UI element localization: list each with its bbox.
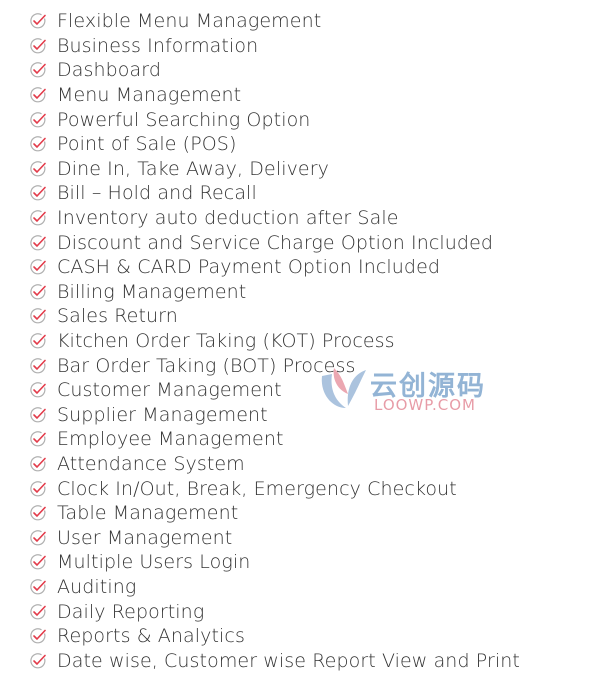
check-circle-icon [30, 333, 46, 349]
feature-item: Clock In/Out, Break, Emergency Checkout [29, 476, 520, 501]
feature-label: Menu Management [57, 84, 242, 107]
check-circle-icon [30, 87, 46, 103]
feature-label: Attendance System [57, 452, 245, 475]
feature-label: Table Management [57, 502, 239, 525]
feature-item: Billing Management [29, 280, 520, 305]
feature-item: Flexible Menu Management [29, 9, 520, 34]
check-circle-icon [30, 62, 46, 78]
feature-item: Menu Management [29, 83, 520, 108]
feature-item: CASH & CARD Payment Option Included [29, 255, 520, 280]
feature-item: Multiple Users Login [29, 550, 520, 575]
feature-label: Multiple Users Login [57, 551, 251, 574]
check-circle-icon [30, 407, 46, 423]
feature-item: Daily Reporting [29, 599, 520, 624]
feature-label: Kitchen Order Taking (KOT) Process [57, 330, 395, 353]
feature-label: Dine In, Take Away, Delivery [57, 157, 329, 180]
check-circle-icon [30, 456, 46, 472]
feature-list: Flexible Menu Management Business Inform… [29, 9, 520, 673]
feature-label: Business Information [57, 34, 259, 57]
feature-label: Billing Management [57, 280, 247, 303]
check-circle-icon [30, 505, 46, 521]
feature-item: Powerful Searching Option [29, 107, 520, 132]
feature-label: Auditing [57, 575, 137, 598]
check-circle-icon [30, 111, 46, 128]
feature-item: User Management [29, 525, 520, 550]
feature-item: Employee Management [29, 427, 520, 452]
check-circle-icon [30, 529, 46, 546]
check-circle-icon [30, 136, 46, 152]
feature-item: Dine In, Take Away, Delivery [29, 157, 520, 182]
feature-label: Daily Reporting [57, 600, 205, 623]
check-circle-icon [30, 185, 46, 201]
feature-item: Auditing [29, 575, 520, 600]
check-circle-icon [30, 431, 46, 447]
feature-label: Dashboard [57, 59, 161, 82]
feature-item: Reports & Analytics [29, 624, 520, 649]
feature-item: Sales Return [29, 304, 520, 329]
check-circle-icon [30, 357, 46, 373]
check-circle-icon [30, 38, 46, 54]
feature-item: Date wise, Customer wise Report View and… [29, 648, 520, 673]
feature-label: Supplier Management [57, 403, 268, 426]
check-circle-icon [30, 308, 46, 324]
feature-label: Reports & Analytics [57, 625, 245, 648]
feature-label: Sales Return [57, 305, 178, 328]
check-circle-icon [30, 13, 46, 29]
check-circle-icon [30, 579, 46, 595]
feature-label: Employee Management [57, 428, 284, 451]
feature-label: Bar Order Taking (BOT) Process [57, 354, 356, 377]
feature-item: Dashboard [29, 58, 520, 83]
feature-label: Discount and Service Charge Option Inclu… [57, 231, 494, 254]
check-circle-icon [30, 628, 46, 644]
feature-item: Table Management [29, 501, 520, 526]
check-circle-icon [30, 652, 46, 669]
check-circle-icon [30, 259, 46, 275]
check-circle-icon [30, 554, 46, 570]
feature-item: Inventory auto deduction after Sale [29, 206, 520, 231]
check-circle-icon [30, 603, 46, 619]
feature-label: Powerful Searching Option [57, 108, 311, 131]
check-circle-icon [30, 210, 46, 226]
check-circle-icon [30, 284, 46, 300]
check-circle-icon [30, 382, 46, 398]
check-circle-icon [30, 161, 46, 177]
watermark-latin: LOOWP.COM [374, 396, 476, 414]
feature-label: Point of Sale (POS) [57, 133, 237, 156]
watermark-logo: 云创源码 LOOWP.COM [318, 362, 484, 416]
feature-item: Point of Sale (POS) [29, 132, 520, 157]
feature-label: User Management [57, 526, 233, 549]
feature-label: Flexible Menu Management [57, 10, 322, 33]
check-circle-icon [30, 480, 46, 496]
feature-item: Discount and Service Charge Option Inclu… [29, 230, 520, 255]
feature-label: Clock In/Out, Break, Emergency Checkout [57, 477, 457, 500]
feature-item: Business Information [29, 34, 520, 59]
check-circle-icon [30, 234, 46, 251]
feature-label: CASH & CARD Payment Option Included [57, 256, 441, 279]
watermark-emblem-icon [321, 368, 366, 408]
feature-item: Kitchen Order Taking (KOT) Process [29, 329, 520, 354]
feature-label: Date wise, Customer wise Report View and… [57, 649, 520, 672]
feature-item: Attendance System [29, 452, 520, 477]
feature-label: Bill – Hold and Recall [57, 182, 257, 205]
feature-item: Bill – Hold and Recall [29, 181, 520, 206]
feature-label: Inventory auto deduction after Sale [57, 207, 399, 230]
feature-label: Customer Management [57, 379, 282, 402]
